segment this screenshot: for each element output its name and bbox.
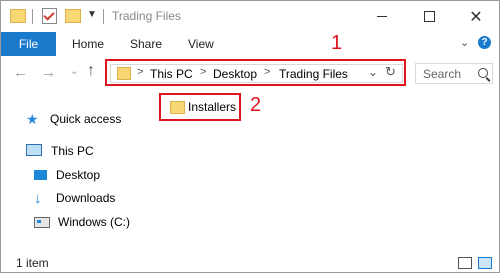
expand-ribbon-icon[interactable]: ⌄ xyxy=(460,36,469,49)
sidebar-item-label: Downloads xyxy=(56,191,116,205)
title-bar: ▼ Trading Files ✕ xyxy=(1,1,499,32)
search-icon xyxy=(478,68,488,78)
tab-view[interactable]: View xyxy=(188,32,214,56)
large-icons-view-icon[interactable] xyxy=(478,257,492,269)
breadcrumb-separator[interactable]: > xyxy=(264,66,270,78)
ribbon-tabs: File Home Share View ⌄ ? xyxy=(1,32,499,57)
file-name: Installers xyxy=(188,100,237,114)
navigation-bar: ← → ⌄ ↑ > This PC > Desktop > Trading Fi… xyxy=(1,56,499,91)
sidebar-item-windows-c[interactable]: Windows (C:) xyxy=(34,213,130,231)
folder-icon xyxy=(170,100,185,114)
status-bar: 1 item xyxy=(1,249,499,272)
up-button[interactable]: ↑ xyxy=(87,62,95,80)
sidebar-item-label: This PC xyxy=(51,144,94,158)
toolbar-separator xyxy=(32,9,33,24)
help-icon[interactable]: ? xyxy=(478,36,491,49)
sidebar-item-label: Windows (C:) xyxy=(58,215,131,229)
drive-icon xyxy=(34,216,50,228)
forward-button[interactable]: → xyxy=(41,64,56,81)
tab-file[interactable]: File xyxy=(1,32,56,56)
properties-icon[interactable] xyxy=(42,8,57,24)
download-icon: ↓ xyxy=(34,189,42,207)
breadcrumb-this-pc[interactable]: This PC xyxy=(150,67,193,81)
breadcrumb-separator[interactable]: > xyxy=(137,66,143,78)
address-dropdown-icon[interactable]: ⌄ xyxy=(368,65,378,79)
sidebar-item-desktop[interactable]: Desktop xyxy=(34,166,100,184)
maximize-button[interactable] xyxy=(406,1,452,32)
item-count: 1 item xyxy=(16,256,49,270)
file-list: Installers xyxy=(149,91,499,249)
computer-icon xyxy=(26,144,42,156)
address-bar[interactable]: > This PC > Desktop > Trading Files ⌄ ↻ xyxy=(110,64,403,83)
folder-icon xyxy=(117,67,131,80)
breadcrumb-trading-files[interactable]: Trading Files xyxy=(279,67,348,81)
sidebar-item-label: Quick access xyxy=(50,112,122,126)
recent-locations-button[interactable]: ⌄ xyxy=(70,66,78,77)
file-explorer-window: ▼ Trading Files ✕ File Home Share View ⌄… xyxy=(0,0,500,273)
minimize-icon xyxy=(377,16,387,17)
details-view-icon[interactable] xyxy=(458,257,472,269)
customize-toolbar-icon[interactable]: ▼ xyxy=(87,9,97,20)
sidebar-item-quick-access[interactable]: ★ Quick access xyxy=(26,110,121,128)
search-input[interactable]: Search xyxy=(415,63,493,84)
sidebar-item-downloads[interactable]: ↓ Downloads xyxy=(34,189,115,207)
new-folder-icon[interactable] xyxy=(65,9,81,23)
folder-icon xyxy=(10,9,26,23)
sidebar-item-label: Desktop xyxy=(56,168,101,182)
toolbar-separator xyxy=(103,9,104,24)
annotation-label-1: 1 xyxy=(331,32,343,54)
address-bar-highlight[interactable]: > This PC > Desktop > Trading Files ⌄ ↻ xyxy=(105,59,406,86)
tab-share[interactable]: Share xyxy=(130,32,162,56)
list-item[interactable]: Installers xyxy=(159,93,241,121)
maximize-icon xyxy=(423,11,435,22)
breadcrumb-separator[interactable]: > xyxy=(200,66,206,78)
star-icon: ★ xyxy=(26,110,39,127)
breadcrumb-desktop[interactable]: Desktop xyxy=(213,67,257,81)
close-button[interactable]: ✕ xyxy=(453,1,499,32)
desktop-icon xyxy=(34,170,47,180)
search-placeholder: Search xyxy=(423,67,462,81)
tab-home[interactable]: Home xyxy=(72,32,104,56)
window-title: Trading Files xyxy=(112,9,181,23)
refresh-icon[interactable]: ↻ xyxy=(385,64,396,80)
navigation-pane: ★ Quick access This PC Desktop ↓ Downloa… xyxy=(1,91,149,249)
back-button[interactable]: ← xyxy=(13,64,28,81)
minimize-button[interactable] xyxy=(359,1,405,32)
sidebar-item-this-pc[interactable]: This PC xyxy=(26,142,94,160)
